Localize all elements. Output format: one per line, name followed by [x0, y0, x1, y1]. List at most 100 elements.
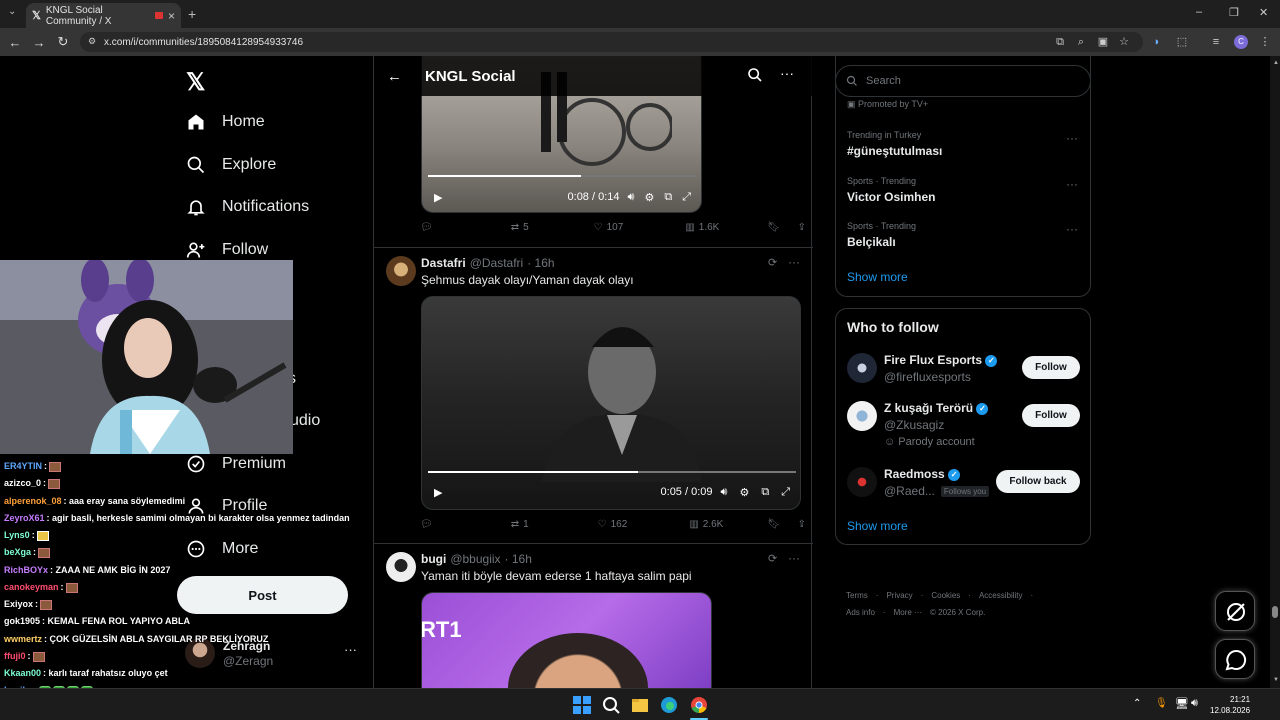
- extension-icon[interactable]: ◗: [1150, 35, 1164, 49]
- close-tab-icon[interactable]: ×: [168, 9, 175, 23]
- back-arrow-icon[interactable]: ←: [387, 68, 402, 85]
- bookmark-icon[interactable]: 🔖︎: [767, 222, 780, 233]
- follow-suggestion[interactable]: Fire Flux Esports ✓ @firefluxesports: [847, 353, 998, 384]
- footer-more-link[interactable]: More ···: [894, 608, 922, 617]
- tweet-2-handle[interactable]: @Dastafri: [470, 256, 524, 270]
- volume-icon[interactable]: 🔊︎: [721, 486, 728, 499]
- play-icon[interactable]: ▶: [434, 191, 442, 204]
- community-search-icon[interactable]: [747, 67, 763, 83]
- like-button[interactable]: ♡ 107: [594, 222, 624, 233]
- tweet-3-avatar[interactable]: [386, 552, 416, 582]
- site-info-icon[interactable]: ⚙: [88, 36, 96, 47]
- system-clock[interactable]: 21:21 12.08.2026: [1210, 694, 1250, 716]
- nav-follow[interactable]: Follow: [186, 240, 268, 260]
- tweet-2-video[interactable]: ▶ 0:05 / 0:09 🔊︎ ⚙ ⧉ ⤢: [421, 296, 801, 510]
- tweet-3-author[interactable]: bugi: [421, 552, 446, 566]
- tweet-2-author[interactable]: Dastafri: [421, 256, 466, 270]
- trend-item[interactable]: Trending in Turkey #güneştutulması: [847, 130, 942, 158]
- video-progress-track[interactable]: [428, 471, 796, 473]
- profile-avatar-icon[interactable]: C: [1234, 35, 1248, 49]
- zoom-icon[interactable]: ⌕: [1074, 35, 1088, 49]
- views-button[interactable]: ▥ 2.6K: [689, 519, 723, 530]
- fullscreen-icon[interactable]: ⤢: [682, 191, 691, 204]
- views-button[interactable]: ▥ 1.6K: [685, 222, 719, 233]
- back-icon[interactable]: ←: [3, 35, 27, 50]
- trend-more-icon[interactable]: ···: [1066, 177, 1078, 191]
- microphone-icon[interactable]: 🎙︎: [1155, 698, 1168, 709]
- follow-button[interactable]: Follow: [1022, 356, 1080, 379]
- forward-icon[interactable]: →: [27, 35, 51, 50]
- tweet-3-handle[interactable]: @bbugiix: [450, 552, 500, 566]
- bookmark-star-icon[interactable]: ☆: [1117, 35, 1131, 49]
- grok-float-button[interactable]: [1215, 591, 1255, 631]
- trend-more-icon[interactable]: ···: [1066, 222, 1078, 236]
- grok-icon[interactable]: ⟳: [768, 256, 777, 269]
- follow-suggestion[interactable]: Z kuşağı Terörü ✓ @Zkusagiz ☺ Parody acc…: [847, 401, 989, 448]
- tweet-3-image[interactable]: RT1: [421, 592, 712, 688]
- file-explorer-icon[interactable]: [631, 696, 649, 714]
- window-close-icon[interactable]: ✕: [1259, 6, 1268, 19]
- minimize-icon[interactable]: –: [1196, 6, 1202, 18]
- nav-notifications[interactable]: Notifications: [186, 197, 309, 217]
- scrollbar-thumb[interactable]: [1272, 606, 1278, 618]
- repost-button[interactable]: ⇄ 5: [511, 222, 529, 233]
- settings-gear-icon[interactable]: ⚙: [739, 486, 749, 499]
- reload-icon[interactable]: ↻: [51, 34, 75, 50]
- address-bar[interactable]: ⚙ x.com/i/communities/189508412895493374…: [80, 32, 1143, 52]
- scroll-down-icon[interactable]: ▼: [1273, 677, 1279, 683]
- windows-start-icon[interactable]: [573, 696, 591, 714]
- volume-icon[interactable]: 🔊︎: [628, 191, 635, 204]
- tweet-3-more-icon[interactable]: ···: [788, 551, 800, 565]
- pip-icon[interactable]: ⧉: [664, 191, 672, 204]
- translate-icon[interactable]: ⧉: [1053, 35, 1067, 49]
- footer-privacy-link[interactable]: Privacy: [886, 591, 912, 600]
- reply-icon[interactable]: 💬︎: [420, 519, 433, 530]
- fullscreen-icon[interactable]: ⤢: [781, 486, 790, 499]
- follow-button[interactable]: Follow: [1022, 404, 1080, 427]
- messages-float-button[interactable]: [1215, 639, 1255, 679]
- share-icon[interactable]: ⇪: [798, 519, 806, 530]
- tweet-3-time[interactable]: · 16h: [505, 552, 532, 566]
- footer-cookies-link[interactable]: Cookies: [931, 591, 960, 600]
- edge-browser-icon[interactable]: [660, 696, 678, 714]
- nav-explore[interactable]: Explore: [186, 155, 276, 175]
- browser-menu-icon[interactable]: ⋮: [1258, 35, 1272, 49]
- follow-suggestion[interactable]: Raedmoss ✓ @Raed... Follows you: [847, 467, 990, 498]
- who-to-follow-show-more-link[interactable]: Show more: [847, 519, 908, 533]
- footer-ads-info-link[interactable]: Ads info: [846, 608, 875, 617]
- restore-icon[interactable]: ❐: [1229, 6, 1239, 19]
- like-button[interactable]: ♡ 162: [598, 519, 628, 530]
- footer-accessibility-link[interactable]: Accessibility: [979, 591, 1023, 600]
- trend-more-icon[interactable]: ···: [1066, 131, 1078, 145]
- bookmark-icon[interactable]: 🔖︎: [767, 519, 780, 530]
- extensions-puzzle-icon[interactable]: ⬚: [1175, 35, 1189, 49]
- grok-icon[interactable]: ⟳: [768, 552, 777, 565]
- taskbar-search-icon[interactable]: [602, 696, 620, 714]
- tweet-2-avatar[interactable]: [386, 256, 416, 286]
- nav-home[interactable]: Home: [186, 112, 265, 132]
- chrome-browser-icon[interactable]: [690, 696, 708, 714]
- reading-list-icon[interactable]: ≡: [1209, 35, 1223, 49]
- tray-overflow-icon[interactable]: ⌃: [1133, 698, 1141, 709]
- share-icon[interactable]: ⇪: [798, 222, 806, 233]
- follow-back-button[interactable]: Follow back: [996, 470, 1080, 493]
- network-icon[interactable]: 🖥︎: [1175, 697, 1189, 710]
- page-scrollbar[interactable]: ▲ ▼: [1270, 56, 1280, 688]
- video-progress-track[interactable]: [428, 175, 696, 177]
- tweet-2-time[interactable]: · 16h: [527, 256, 554, 270]
- tab-search-icon[interactable]: ⌄: [8, 6, 16, 17]
- trend-item[interactable]: Sports · Trending Victor Osimhen: [847, 176, 935, 204]
- browser-tab[interactable]: 𝕏 KNGL Social Community / X ×: [26, 3, 181, 28]
- x-logo-icon[interactable]: 𝕏: [186, 68, 205, 97]
- footer-terms-link[interactable]: Terms: [846, 591, 868, 600]
- repost-button[interactable]: ⇄ 1: [511, 519, 529, 530]
- install-app-icon[interactable]: ▣: [1096, 35, 1110, 49]
- volume-icon[interactable]: 🔊︎: [1191, 697, 1198, 710]
- trends-show-more-link[interactable]: Show more: [847, 270, 908, 284]
- tweet-2-more-icon[interactable]: ···: [788, 255, 800, 269]
- scroll-up-icon[interactable]: ▲: [1273, 60, 1279, 66]
- trend-item[interactable]: Sports · Trending Belçikalı: [847, 221, 916, 249]
- settings-gear-icon[interactable]: ⚙: [644, 191, 654, 204]
- pip-icon[interactable]: ⧉: [761, 486, 769, 499]
- play-icon[interactable]: ▶: [434, 486, 442, 499]
